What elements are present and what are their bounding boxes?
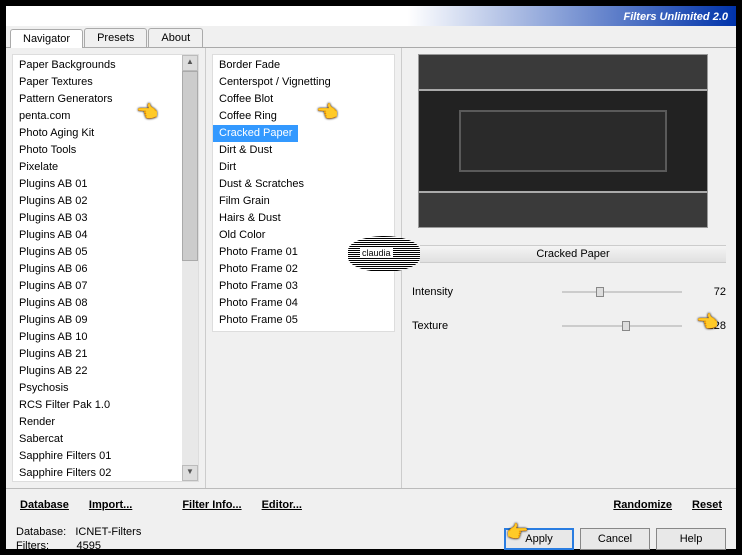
- list-item[interactable]: Pixelate: [13, 159, 182, 176]
- list-item[interactable]: Sapphire Filters 01: [13, 448, 182, 465]
- tab-bar: Navigator Presets About: [6, 28, 736, 48]
- pointer-icon: 👈: [696, 312, 718, 333]
- list-item[interactable]: Plugins AB 07: [13, 278, 182, 295]
- list-item[interactable]: Sapphire Filters 02: [13, 465, 182, 481]
- list-item[interactable]: Paper Backgrounds: [13, 57, 182, 74]
- scroll-up-icon[interactable]: ▲: [182, 55, 198, 71]
- list-item[interactable]: Plugins AB 21: [13, 346, 182, 363]
- status-info: Database: ICNET-Filters Filters: 4595: [16, 525, 141, 553]
- randomize-link[interactable]: Randomize: [603, 495, 682, 515]
- filter-list[interactable]: Border FadeCenterspot / VignettingCoffee…: [213, 55, 394, 331]
- list-item[interactable]: Plugins AB 06: [13, 261, 182, 278]
- status-bar: Database: ICNET-Filters Filters: 4595 Ap…: [6, 521, 736, 553]
- cancel-button[interactable]: Cancel: [580, 528, 650, 550]
- list-item[interactable]: Plugins AB 08: [13, 295, 182, 312]
- list-item[interactable]: RCS Filter Pak 1.0: [13, 397, 182, 414]
- list-item[interactable]: Sabercat: [13, 431, 182, 448]
- app-window: Filters Unlimited 2.0 Navigator Presets …: [5, 5, 737, 550]
- list-item[interactable]: Centerspot / Vignetting: [213, 74, 394, 91]
- list-item[interactable]: Plugins AB 04: [13, 227, 182, 244]
- list-item[interactable]: Coffee Blot: [213, 91, 394, 108]
- list-item[interactable]: Photo Frame 05: [213, 312, 394, 329]
- texture-slider[interactable]: [562, 325, 682, 327]
- parameters: Intensity 72 Texture 128: [408, 286, 726, 332]
- category-scrollbar[interactable]: ▲ ▼: [182, 55, 198, 481]
- preview-image: [418, 54, 708, 228]
- list-item[interactable]: Border Fade: [213, 57, 394, 74]
- title-bar: Filters Unlimited 2.0: [6, 6, 736, 26]
- list-item[interactable]: Photo Frame 03: [213, 278, 394, 295]
- pointer-icon: 👈: [316, 102, 338, 123]
- pointer-icon: 👉: [506, 522, 528, 543]
- list-item[interactable]: Photo Aging Kit: [13, 125, 182, 142]
- filterinfo-link[interactable]: Filter Info...: [172, 495, 251, 515]
- database-link[interactable]: Database: [10, 495, 79, 515]
- app-title: Filters Unlimited 2.0: [623, 11, 728, 23]
- editor-link[interactable]: Editor...: [252, 495, 312, 515]
- reset-link[interactable]: Reset: [682, 495, 732, 515]
- list-item[interactable]: Dirt: [213, 159, 394, 176]
- pointer-icon: 👈: [136, 102, 158, 123]
- list-item[interactable]: Cracked Paper: [213, 125, 298, 142]
- filters-count-value: 4595: [77, 540, 101, 552]
- intensity-value: 72: [696, 286, 726, 298]
- list-item[interactable]: Plugins AB 02: [13, 193, 182, 210]
- list-item[interactable]: Render: [13, 414, 182, 431]
- filter-name-label: Cracked Paper: [420, 245, 726, 263]
- action-buttons: Apply Cancel Help: [504, 528, 726, 550]
- scroll-thumb[interactable]: [182, 71, 198, 261]
- list-item[interactable]: Hairs & Dust: [213, 210, 394, 227]
- list-item[interactable]: Plugins AB 03: [13, 210, 182, 227]
- db-value: ICNET-Filters: [75, 526, 141, 538]
- list-item[interactable]: Paper Textures: [13, 74, 182, 91]
- list-item[interactable]: Plugins AB 05: [13, 244, 182, 261]
- intensity-label: Intensity: [412, 286, 554, 298]
- tab-presets[interactable]: Presets: [84, 28, 147, 47]
- category-pane: Paper BackgroundsPaper TexturesPattern G…: [6, 48, 206, 488]
- link-bar: Database Import... Filter Info... Editor…: [6, 488, 736, 521]
- list-item[interactable]: Plugins AB 09: [13, 312, 182, 329]
- list-item[interactable]: Photo Frame 04: [213, 295, 394, 312]
- author-logo: [348, 236, 420, 272]
- filters-count-label: Filters:: [16, 540, 49, 552]
- list-item[interactable]: Dirt & Dust: [213, 142, 394, 159]
- intensity-slider[interactable]: [562, 291, 682, 293]
- list-item[interactable]: Dust & Scratches: [213, 176, 394, 193]
- scroll-down-icon[interactable]: ▼: [182, 465, 198, 481]
- list-item[interactable]: Plugins AB 22: [13, 363, 182, 380]
- tab-navigator[interactable]: Navigator: [10, 29, 83, 48]
- tab-about[interactable]: About: [148, 28, 203, 47]
- list-item[interactable]: Film Grain: [213, 193, 394, 210]
- texture-label: Texture: [412, 320, 554, 332]
- list-item[interactable]: Coffee Ring: [213, 108, 394, 125]
- list-item[interactable]: Psychosis: [13, 380, 182, 397]
- db-label: Database:: [16, 526, 66, 538]
- list-item[interactable]: Photo Tools: [13, 142, 182, 159]
- main-content: Paper BackgroundsPaper TexturesPattern G…: [6, 48, 736, 488]
- preview-pane: Cracked Paper Intensity 72 Texture 128: [402, 48, 736, 488]
- import-link[interactable]: Import...: [79, 495, 142, 515]
- list-item[interactable]: Plugins AB 10: [13, 329, 182, 346]
- list-item[interactable]: Plugins AB 01: [13, 176, 182, 193]
- help-button[interactable]: Help: [656, 528, 726, 550]
